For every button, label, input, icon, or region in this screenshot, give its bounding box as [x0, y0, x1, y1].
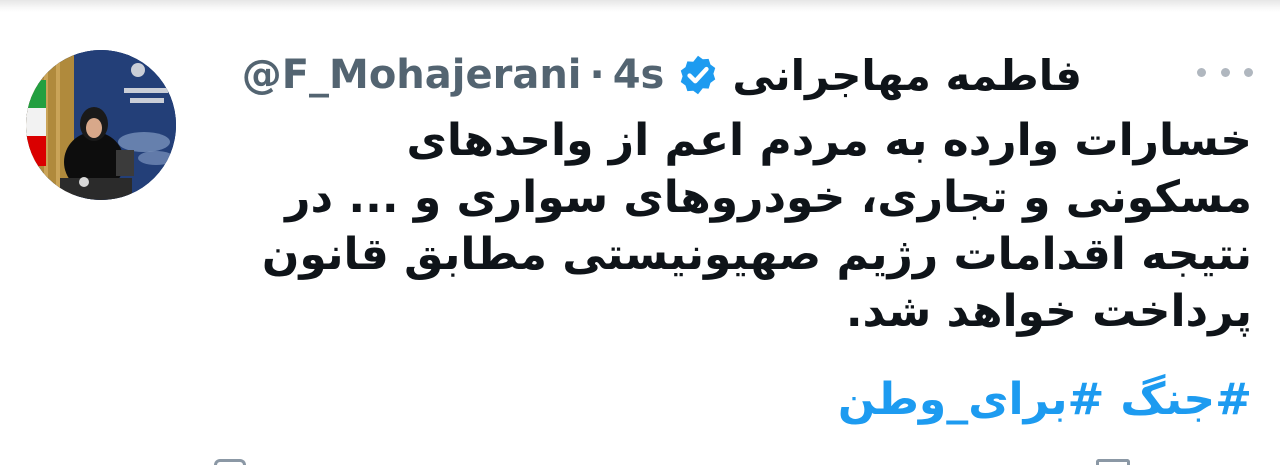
handle-and-time: @F_Mohajerani · 4s	[242, 52, 665, 98]
top-divider	[0, 0, 1280, 12]
hashtag-row: #جنگ #برای_وطن	[838, 370, 1252, 430]
separator-dot: ·	[589, 52, 605, 98]
tweet-text-line: مسکونی و تجاری، خودروهای سواری و ... در	[285, 172, 1252, 223]
timestamp[interactable]: 4s	[613, 52, 665, 98]
share-icon[interactable]	[1096, 459, 1130, 465]
tweet-text-line: پرداخت خواهد شد.	[845, 286, 1252, 337]
tweet-text: خسارات وارده به مردم اعم از واحدهای مسکو…	[212, 112, 1252, 340]
more-dot	[1244, 67, 1253, 77]
more-options-icon[interactable]	[1197, 62, 1253, 82]
reply-icon[interactable]	[214, 459, 246, 465]
tweet-text-line: خسارات وارده به مردم اعم از واحدهای	[406, 115, 1252, 166]
more-dot	[1220, 67, 1230, 77]
display-name[interactable]: فاطمه مهاجرانی	[732, 51, 1082, 100]
hashtag-link[interactable]: #جنگ	[1120, 370, 1252, 430]
tweet-action-bar	[0, 455, 1280, 465]
tweet-text-line: نتیجه اقدامات رژیم صهیونیستی مطابق قانون	[261, 229, 1252, 280]
verified-badge-icon	[681, 55, 716, 95]
avatar-image	[26, 50, 176, 200]
hashtag-link[interactable]: #برای_وطن	[838, 370, 1105, 430]
user-handle[interactable]: @F_Mohajerani	[242, 52, 582, 98]
more-dot	[1197, 67, 1206, 77]
profile-avatar[interactable]	[26, 50, 176, 200]
tweet-header: فاطمه مهاجرانی @F_Mohajerani · 4s	[242, 48, 1082, 102]
